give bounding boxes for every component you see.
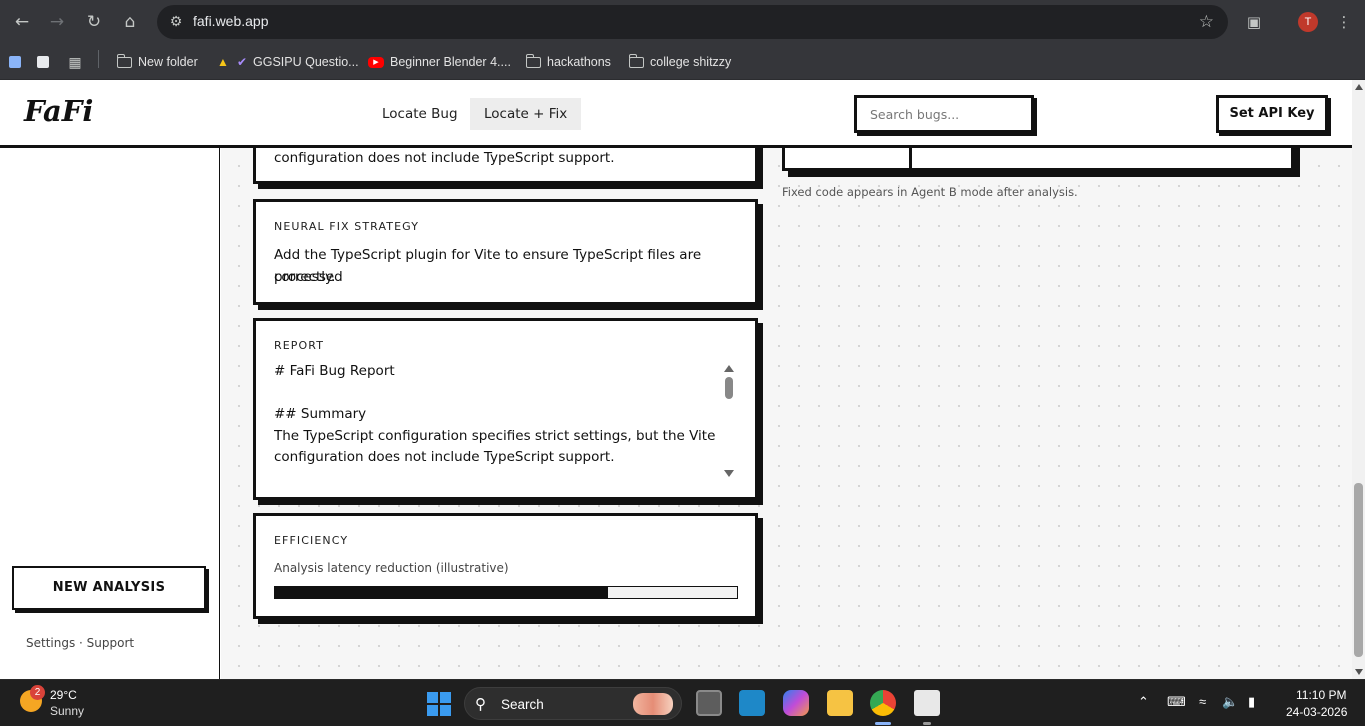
snipping-running-indicator [923, 722, 931, 725]
report-line [274, 383, 722, 405]
address-bar[interactable]: ⚙ fafi.web.app ☆ [157, 5, 1228, 39]
bookmark-label: college shitzzy [650, 55, 732, 69]
analysis-card-partial: configuration does not include TypeScrip… [253, 148, 758, 184]
windows-start-icon[interactable] [427, 692, 451, 716]
site-settings-icon[interactable]: ⚙ [165, 11, 187, 33]
efficiency-label: EFFICIENCY [274, 534, 349, 547]
report-scrollbar[interactable] [723, 363, 735, 479]
bookmark-ggsipu[interactable]: ▲ ✔ GGSIPU Questio... [215, 50, 359, 74]
efficiency-caption: Analysis latency reduction (illustrative… [274, 561, 509, 575]
fix-strategy-label: NEURAL FIX STRATEGY [274, 220, 420, 233]
page-scroll-thumb[interactable] [1354, 483, 1363, 657]
search-icon: ⚲ [475, 696, 486, 713]
taskbar-search[interactable]: ⚲ Search [464, 687, 682, 720]
report-line: The TypeScript configuration specifies s… [274, 427, 716, 444]
battery-icon[interactable]: ▮ [1248, 694, 1255, 710]
snipping-tool-icon[interactable] [914, 690, 940, 716]
volume-icon[interactable]: 🔈 [1222, 694, 1238, 710]
file-explorer-icon[interactable] [827, 690, 853, 716]
copilot-icon[interactable] [783, 690, 809, 716]
page-scrollbar[interactable] [1352, 80, 1365, 679]
bookmark-label: GGSIPU Questio... [253, 55, 359, 69]
scroll-down-arrow-icon[interactable] [724, 470, 734, 477]
fixed-code-note: Fixed code appears in Agent B mode after… [782, 185, 1078, 199]
folder-icon [628, 53, 644, 68]
bookmark-new-folder[interactable]: New folder [116, 50, 198, 74]
apps-square-white-icon[interactable] [37, 50, 49, 74]
bookmark-label: Beginner Blender 4.... [390, 55, 511, 69]
task-view-icon[interactable] [696, 690, 722, 716]
keyboard-icon[interactable]: ⌨ [1167, 694, 1186, 710]
report-label: REPORT [274, 339, 325, 352]
set-api-key-button[interactable]: Set API Key [1216, 95, 1328, 133]
app-logo[interactable]: FaFi [24, 94, 93, 128]
clock-date[interactable]: 24-03-2026 [1286, 705, 1347, 719]
bookmark-label: New folder [138, 55, 198, 69]
chrome-active-indicator [875, 722, 891, 725]
bookmark-label: hackathons [547, 55, 611, 69]
scroll-up-arrow-icon[interactable] [724, 365, 734, 372]
efficiency-progress-bar [274, 586, 738, 599]
back-arrow-icon[interactable]: ← [10, 10, 34, 34]
search-box[interactable] [854, 95, 1034, 133]
card-partial-text: configuration does not include TypeScrip… [274, 150, 615, 166]
browser-toolbar: ← → ↻ ⌂ ⚙ fafi.web.app ☆ ▣ T ⋮ [0, 0, 1365, 44]
sidebar: NEW ANALYSIS Settings · Support [0, 148, 220, 679]
bookmark-hackathons[interactable]: hackathons [525, 50, 611, 74]
main-content: configuration does not include TypeScrip… [221, 148, 1352, 679]
bookmark-blender[interactable]: ▶ Beginner Blender 4.... [368, 50, 511, 74]
scroll-down-arrow-icon[interactable] [1355, 669, 1363, 675]
bookmarks-separator [98, 50, 99, 68]
weather-condition[interactable]: Sunny [50, 704, 84, 718]
efficiency-card: EFFICIENCY Analysis latency reduction (i… [253, 513, 758, 619]
bookmark-college[interactable]: college shitzzy [628, 50, 732, 74]
chrome-menu-icon[interactable]: ⋮ [1332, 10, 1356, 34]
fix-strategy-line-2: correctly. [274, 269, 336, 285]
taskbar-search-label: Search [501, 697, 544, 712]
wifi-icon[interactable]: ≈ [1199, 694, 1206, 709]
weather-badge: 2 [30, 685, 45, 700]
tab-locate-bug[interactable]: Locate Bug [368, 98, 472, 130]
efficiency-progress-fill [275, 587, 608, 598]
youtube-icon: ▶ [368, 56, 384, 68]
chrome-icon[interactable] [870, 690, 896, 716]
search-input[interactable] [857, 98, 1031, 130]
app-header: FaFi Locate Bug Locate + Fix Set API Key [0, 80, 1352, 148]
search-highlight-icon [633, 693, 673, 715]
remote-desktop-icon[interactable] [739, 690, 765, 716]
bookmark-star-icon[interactable]: ☆ [1199, 11, 1214, 33]
fix-strategy-card: NEURAL FIX STRATEGY Add the TypeScript p… [253, 199, 758, 305]
clock-time[interactable]: 11:10 PM [1296, 688, 1346, 702]
new-analysis-button[interactable]: NEW ANALYSIS [12, 566, 206, 610]
report-line: ## Summary [274, 406, 367, 423]
windows-taskbar: 2 29°C Sunny ⚲ Search ⌃ ⌨ ≈ 🔈 ▮ 11:10 PM… [0, 679, 1365, 726]
profile-avatar[interactable]: T [1298, 12, 1318, 32]
tab-locate-fix[interactable]: Locate + Fix [470, 98, 582, 130]
report-line: configuration does not include TypeScrip… [274, 449, 615, 466]
tray-chevron-up-icon[interactable]: ⌃ [1138, 694, 1149, 710]
reload-icon[interactable]: ↻ [82, 10, 106, 34]
ggsipu-icon: ▲ [217, 55, 229, 69]
fix-strategy-line-1: Add the TypeScript plugin for Vite to en… [274, 247, 702, 285]
bookmarks-bar: ▦ New folder ▲ ✔ GGSIPU Questio... ▶ Beg… [0, 44, 1365, 80]
report-textarea[interactable]: # FaFi Bug Report ## Summary The TypeScr… [274, 361, 722, 479]
forward-arrow-icon[interactable]: → [45, 10, 69, 34]
code-panel-divider [909, 148, 912, 168]
tab-search-icon[interactable]: ▣ [1242, 10, 1266, 34]
scroll-thumb[interactable] [725, 377, 733, 399]
fixed-code-panel [782, 148, 1294, 171]
home-icon[interactable]: ⌂ [118, 10, 142, 34]
weather-temperature[interactable]: 29°C [50, 688, 77, 702]
sidebar-footer-links[interactable]: Settings · Support [26, 636, 134, 650]
page-viewport: FaFi Locate Bug Locate + Fix Set API Key… [0, 80, 1352, 679]
folder-icon [525, 53, 541, 68]
scroll-up-arrow-icon[interactable] [1355, 84, 1363, 90]
report-line: # FaFi Bug Report [274, 363, 395, 379]
url-text[interactable]: fafi.web.app [193, 13, 269, 29]
apps-grid-icon[interactable]: ▦ [67, 50, 83, 74]
checkmark-icon: ✔ [237, 55, 248, 69]
apps-square-blue-icon[interactable] [9, 50, 21, 74]
report-card: REPORT # FaFi Bug Report ## Summary The … [253, 318, 758, 500]
folder-icon [116, 53, 132, 68]
